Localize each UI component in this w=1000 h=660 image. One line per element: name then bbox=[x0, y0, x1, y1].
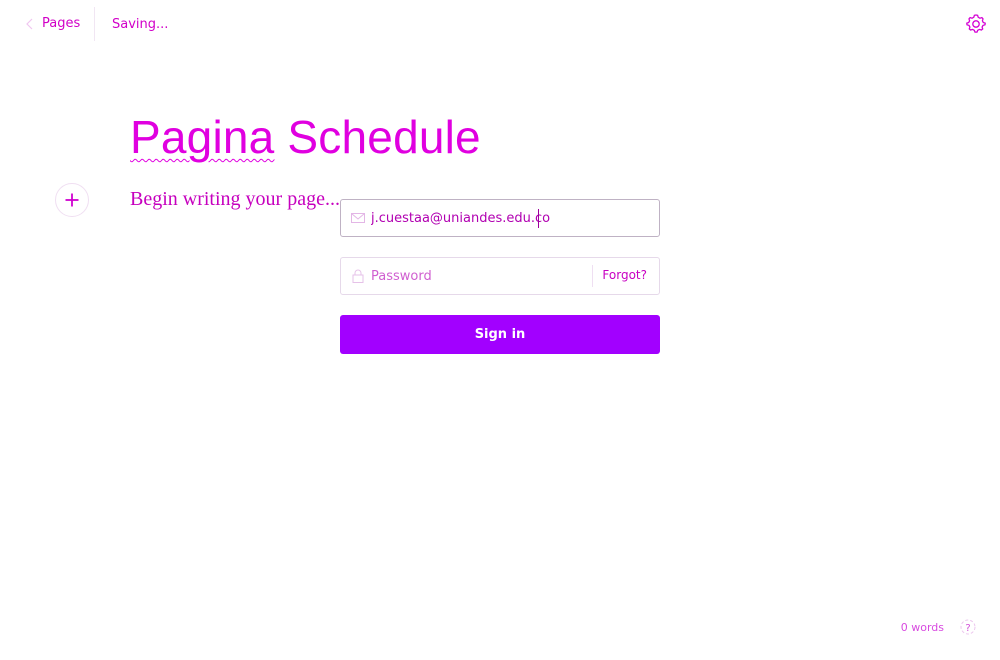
gear-icon[interactable] bbox=[966, 14, 986, 34]
page-title[interactable]: Pagina Schedule bbox=[130, 110, 481, 165]
top-bar: Pages Saving... bbox=[0, 0, 1000, 50]
back-label: Pages bbox=[42, 16, 81, 31]
password-field[interactable]: Forgot? bbox=[340, 257, 660, 295]
text-caret bbox=[538, 209, 539, 228]
help-icon[interactable]: ? bbox=[960, 619, 976, 635]
envelope-icon bbox=[351, 213, 365, 223]
sign-in-button[interactable]: Sign in bbox=[340, 315, 660, 354]
lock-icon bbox=[352, 269, 364, 283]
page-body-placeholder[interactable]: Begin writing your page... bbox=[130, 188, 340, 211]
forgot-divider bbox=[592, 265, 593, 287]
svg-text:?: ? bbox=[965, 623, 970, 634]
login-form: Forgot? Sign in bbox=[340, 199, 660, 354]
chevron-left-icon bbox=[26, 18, 33, 29]
password-input[interactable] bbox=[371, 258, 611, 294]
save-status: Saving... bbox=[112, 17, 169, 32]
topbar-divider bbox=[94, 7, 95, 41]
back-to-pages-link[interactable]: Pages bbox=[24, 16, 80, 31]
email-field[interactable] bbox=[340, 199, 660, 237]
page-title-word: Pagina bbox=[130, 111, 275, 163]
add-block-button[interactable] bbox=[55, 183, 89, 217]
email-input[interactable] bbox=[371, 200, 611, 236]
plus-icon bbox=[65, 193, 79, 207]
page-title-rest: Schedule bbox=[274, 111, 481, 163]
editor-page: Pages Saving... Pagina Schedule Begin wr… bbox=[0, 0, 1000, 660]
word-count: 0 words bbox=[900, 621, 944, 634]
forgot-password-link[interactable]: Forgot? bbox=[602, 268, 647, 282]
